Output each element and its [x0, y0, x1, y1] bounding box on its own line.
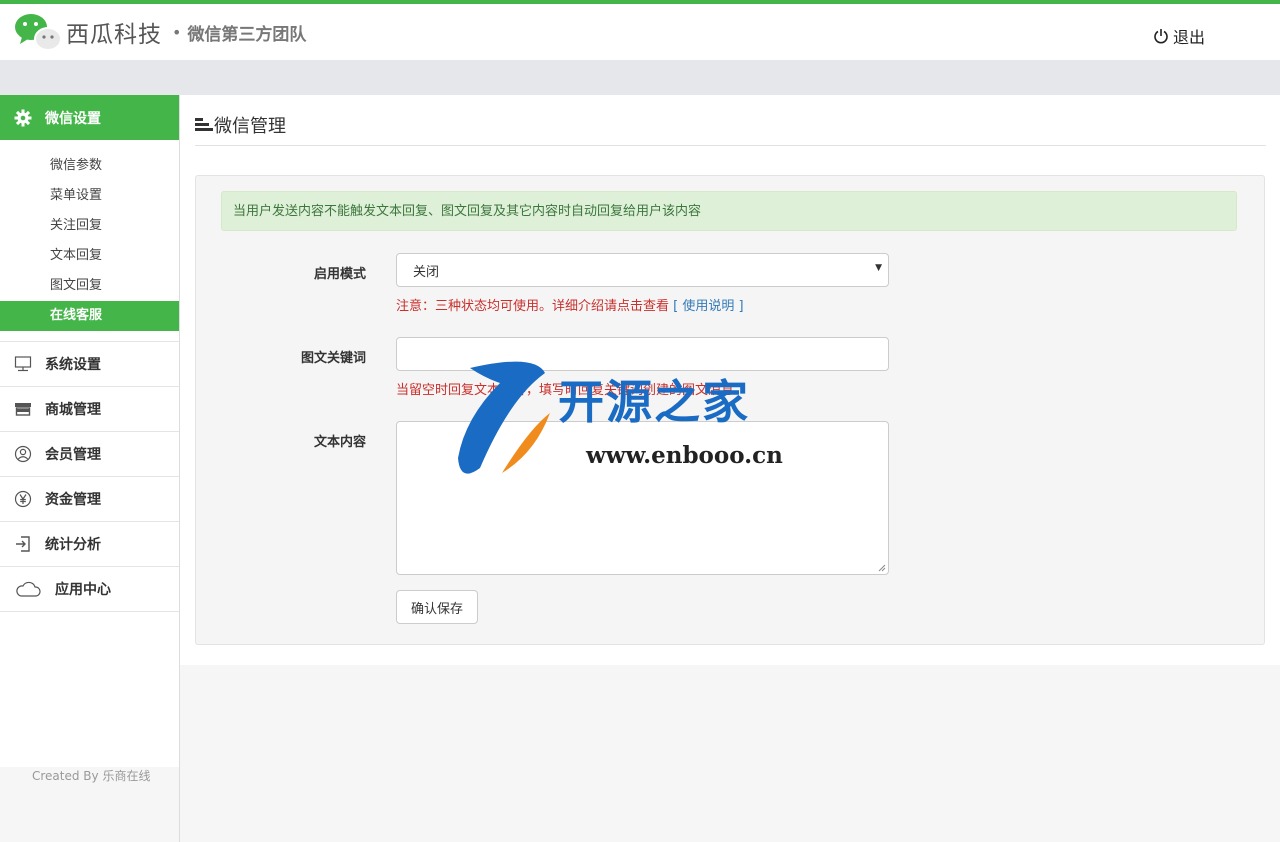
mode-label: 启用模式	[313, 267, 366, 282]
watermark-logo-icon	[458, 361, 550, 474]
logo: 西瓜科技 • 微信第三方团队	[14, 12, 306, 52]
sidebar-item-label: 资金管理	[45, 492, 101, 508]
content-label: 文本内容	[313, 435, 366, 450]
brand-tagline: 微信第三方团队	[187, 24, 307, 45]
list-icon	[195, 118, 213, 131]
submenu: 微信参数 菜单设置 关注回复 文本回复 图文回复 在线客服	[0, 140, 179, 342]
sidebar-item-member-management[interactable]: 会员管理	[0, 432, 179, 477]
logout-button[interactable]: 退出	[1153, 24, 1205, 48]
sidebar-item-statistics[interactable]: 统计分析	[0, 522, 179, 567]
header-gray-strip	[0, 60, 1280, 95]
submenu-item-text-reply[interactable]: 文本回复	[0, 241, 179, 271]
sidebar-item-app-center[interactable]: 应用中心	[0, 567, 179, 612]
sidebar: 微信设置 微信参数 菜单设置 关注回复 文本回复 图文回复 在线客服 系统设置 …	[0, 95, 180, 842]
sidebar-item-fund-management[interactable]: 资金管理	[0, 477, 179, 522]
keyword-label: 图文关键词	[300, 351, 366, 366]
page-title: 微信管理	[195, 105, 1266, 146]
caret-down-icon: ▼	[875, 263, 882, 273]
yen-icon	[14, 490, 32, 508]
sidebar-item-label: 应用中心	[55, 582, 111, 598]
login-icon	[14, 535, 32, 553]
mode-select[interactable]: 关闭 ▼	[396, 253, 889, 287]
cloud-icon	[14, 580, 42, 598]
sidebar-item-label: 会员管理	[45, 447, 101, 463]
sidebar-section-wechat-settings[interactable]: 微信设置	[0, 95, 179, 140]
sidebar-footer: Created By 乐商在线	[32, 769, 151, 783]
submenu-item-menu-settings[interactable]: 菜单设置	[0, 181, 179, 211]
user-circle-icon	[14, 445, 32, 463]
submenu-item-news-reply[interactable]: 图文回复	[0, 271, 179, 301]
mode-hint: 注意：三种状态均可使用。详细介绍请点击查看 [ 使用说明 ]	[396, 295, 744, 314]
page-title-text: 微信管理	[214, 116, 286, 137]
usage-guide-link[interactable]: [ 使用说明 ]	[673, 299, 743, 314]
submenu-item-wechat-params[interactable]: 微信参数	[0, 151, 179, 181]
submenu-item-follow-reply[interactable]: 关注回复	[0, 211, 179, 241]
brand-separator: •	[172, 22, 182, 42]
brand-name: 西瓜科技	[66, 22, 162, 48]
info-alert: 当用户发送内容不能触发文本回复、图文回复及其它内容时自动回复给用户该内容	[221, 191, 1237, 231]
sidebar-item-system-settings[interactable]: 系统设置	[0, 342, 179, 387]
watermark-text: 开源之家	[558, 375, 750, 429]
gear-icon	[14, 109, 32, 127]
mode-select-value: 关闭	[413, 264, 440, 280]
monitor-icon	[14, 356, 32, 372]
sidebar-item-label: 统计分析	[45, 537, 101, 553]
top-header: 西瓜科技 • 微信第三方团队 退出	[0, 0, 1280, 60]
save-button[interactable]: 确认保存	[396, 590, 478, 624]
resize-handle-icon[interactable]	[878, 564, 886, 572]
sidebar-section-label: 微信设置	[45, 110, 101, 127]
store-icon	[14, 401, 32, 417]
sidebar-item-store-management[interactable]: 商城管理	[0, 387, 179, 432]
sidebar-item-label: 商城管理	[45, 402, 101, 418]
submenu-item-online-service[interactable]: 在线客服	[0, 301, 179, 331]
watermark: 开源之家 www.enbooo.cn	[440, 358, 860, 483]
power-icon	[1154, 29, 1168, 44]
wechat-logo-icon	[14, 12, 62, 52]
logout-label: 退出	[1173, 28, 1206, 47]
sidebar-item-label: 系统设置	[45, 357, 101, 373]
mode-hint-text: 注意：三种状态均可使用。详细介绍请点击查看	[396, 299, 670, 314]
watermark-url: www.enbooo.cn	[586, 442, 783, 469]
